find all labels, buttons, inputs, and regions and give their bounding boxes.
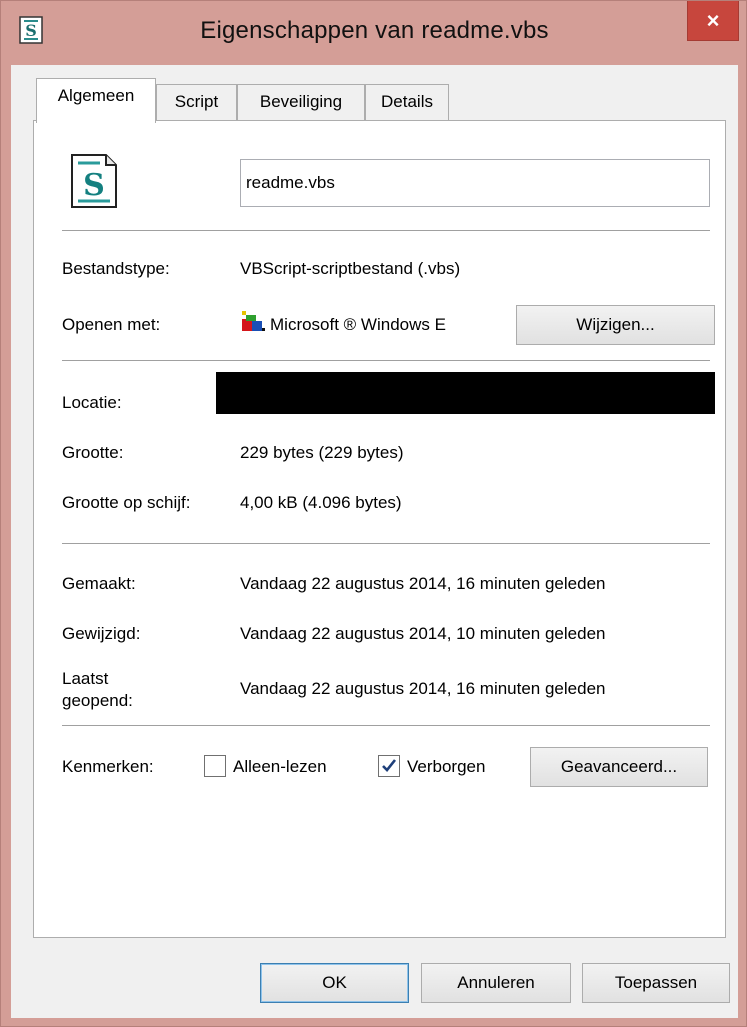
file-type-label: Bestandstype: — [62, 259, 170, 278]
modified-value: Vandaag 22 augustus 2014, 10 minuten gel… — [240, 624, 606, 643]
advanced-button-label: Geavanceerd... — [560, 757, 678, 776]
ok-button-label: OK — [322, 973, 347, 992]
attributes-label: Kenmerken: — [62, 757, 154, 776]
title-bar[interactable]: S Eigenschappen van readme.vbs — [1, 1, 747, 65]
change-button[interactable]: Wijzigen... — [516, 305, 715, 345]
window-title: Eigenschappen van readme.vbs — [200, 17, 549, 44]
accessed-label: Laatst geopend: — [62, 668, 133, 712]
tab-label: Beveiliging — [259, 92, 343, 111]
tab-label: Details — [381, 92, 433, 111]
size-label: Grootte: — [62, 443, 124, 462]
readonly-checkbox[interactable] — [204, 755, 226, 777]
location-label: Locatie: — [62, 393, 122, 412]
file-type-value: VBScript-scriptbestand (.vbs) — [240, 259, 461, 278]
hidden-checkbox[interactable] — [378, 755, 400, 777]
tab-details[interactable]: Details — [365, 84, 449, 120]
ok-button[interactable]: OK — [260, 963, 409, 1003]
tab-label: Algemeen — [57, 86, 135, 105]
accessed-label-line-1: Laatst — [62, 669, 109, 688]
general-tab-panel — [33, 120, 726, 938]
separator — [62, 725, 710, 726]
created-label: Gemaakt: — [62, 574, 136, 593]
tab-beveiliging[interactable]: Beveiliging — [237, 84, 365, 120]
change-button-label: Wijzigen... — [576, 315, 655, 334]
location-redacted — [216, 372, 715, 414]
disk-size-label: Grootte op schijf: — [62, 493, 191, 512]
hidden-label[interactable]: Verborgen — [407, 757, 485, 777]
cancel-button-label: Annuleren — [457, 973, 535, 992]
svg-text:S: S — [83, 168, 105, 203]
advanced-button[interactable]: Geavanceerd... — [530, 747, 708, 787]
apply-button-label: Toepassen — [614, 973, 698, 992]
vbs-script-icon: S — [71, 154, 117, 208]
separator — [62, 360, 710, 361]
accessed-value: Vandaag 22 augustus 2014, 16 minuten gel… — [240, 679, 606, 698]
filename-value: readme.vbs — [246, 173, 335, 192]
close-icon: × — [706, 7, 720, 33]
separator — [62, 543, 710, 544]
tab-label: Script — [174, 92, 219, 111]
filename-field[interactable]: readme.vbs — [240, 159, 710, 207]
opens-with-value: Microsoft ® Windows E — [270, 315, 446, 334]
accessed-label-line-2: geopend: — [62, 691, 133, 710]
opens-with-label: Openen met: — [62, 315, 161, 334]
tab-algemeen[interactable]: Algemeen — [36, 78, 156, 123]
size-value: 229 bytes (229 bytes) — [240, 443, 404, 462]
tab-script[interactable]: Script — [156, 84, 237, 120]
checkmark-icon — [382, 759, 397, 772]
modified-label: Gewijzigd: — [62, 624, 141, 643]
disk-size-value: 4,00 kB (4.096 bytes) — [240, 493, 402, 512]
windows-script-host-icon — [242, 311, 265, 331]
created-value: Vandaag 22 augustus 2014, 16 minuten gel… — [240, 574, 606, 593]
separator — [62, 230, 710, 231]
readonly-label[interactable]: Alleen-lezen — [233, 757, 327, 777]
apply-button[interactable]: Toepassen — [582, 963, 730, 1003]
close-button[interactable]: × — [687, 1, 739, 41]
cancel-button[interactable]: Annuleren — [421, 963, 571, 1003]
